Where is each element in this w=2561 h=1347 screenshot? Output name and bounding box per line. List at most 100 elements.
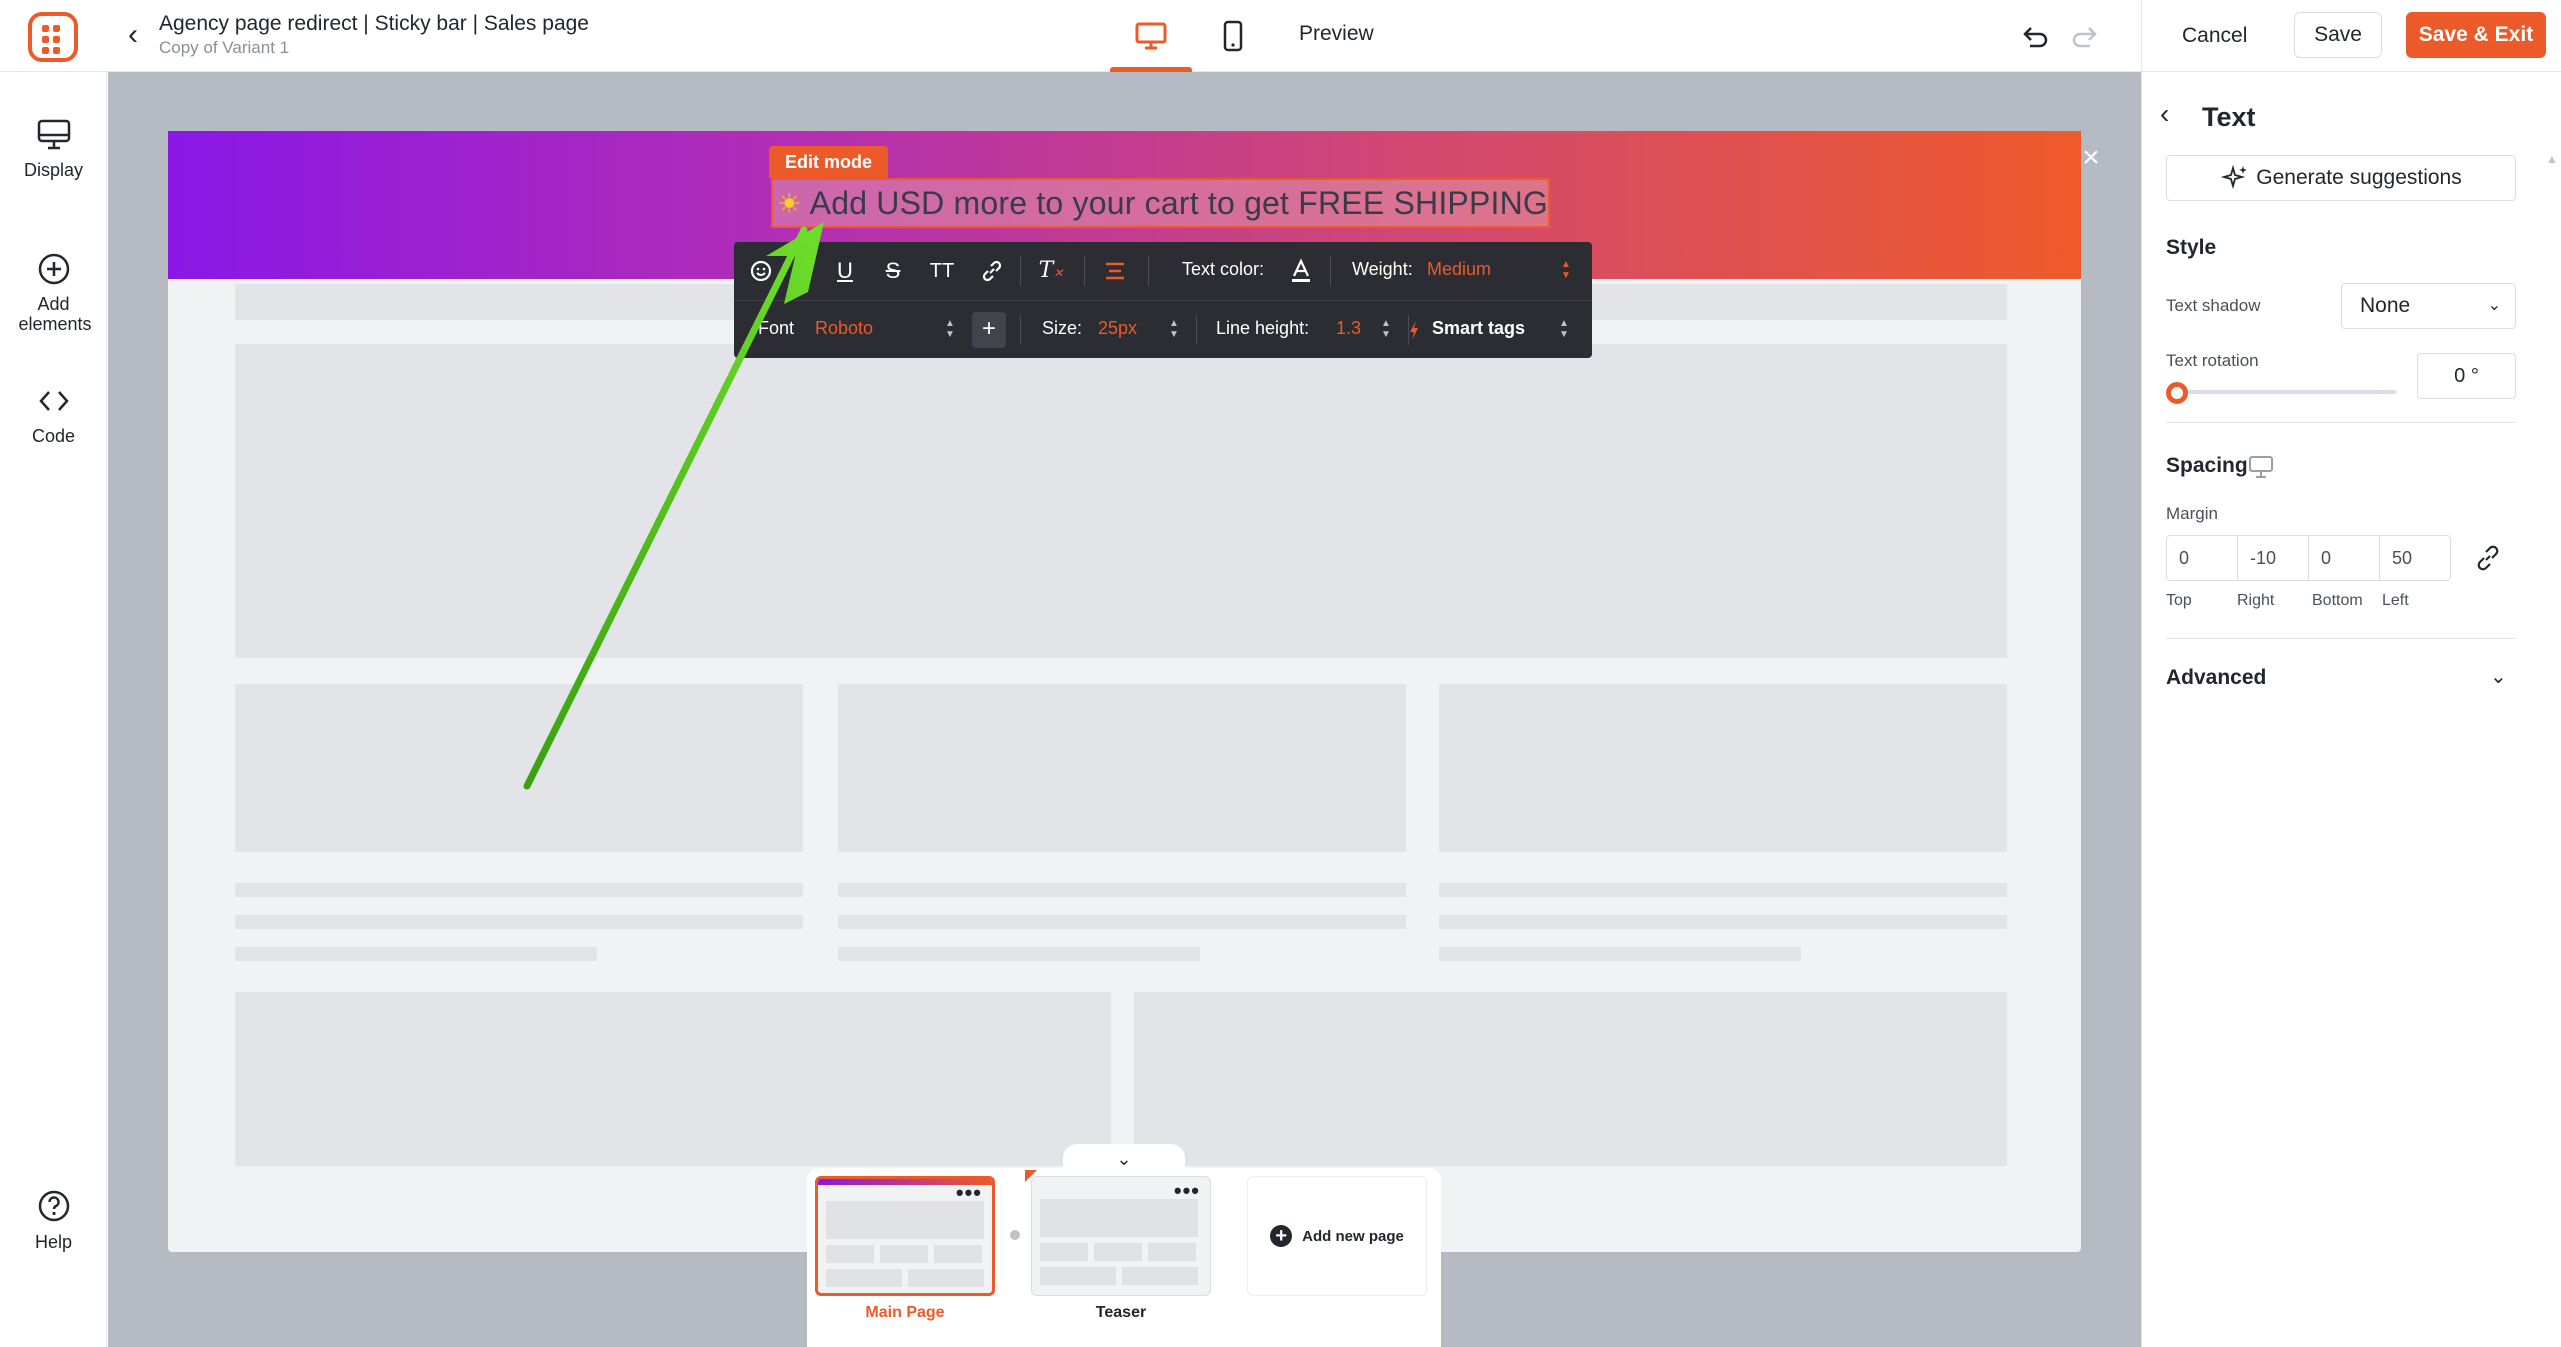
margin-left-label: Left xyxy=(2382,592,2409,609)
size-select[interactable]: 25px xyxy=(1098,318,1137,339)
sidebar-item-code[interactable]: Code xyxy=(0,384,107,446)
headline-text-element[interactable]: Add USD more to your cart to get FREE SH… xyxy=(771,178,1550,228)
placeholder-line xyxy=(838,883,1406,897)
placeholder-block xyxy=(838,684,1406,852)
desktop-view-button[interactable] xyxy=(1110,0,1192,72)
text-shadow-label: Text shadow xyxy=(2166,296,2261,315)
more-menu-icon[interactable]: ••• xyxy=(956,1182,982,1204)
help-icon xyxy=(38,1190,69,1222)
emoji-icon[interactable] xyxy=(746,256,776,286)
margin-top-input[interactable]: 0 xyxy=(2166,535,2238,581)
monitor-icon[interactable] xyxy=(2248,455,2274,479)
add-new-page-button[interactable]: + Add new page xyxy=(1247,1176,1427,1296)
cancel-button[interactable]: Cancel xyxy=(2168,14,2261,58)
sidebar-item-display[interactable]: Display xyxy=(0,118,107,180)
toolbar-separator xyxy=(1196,315,1197,345)
weight-spinner-icon[interactable]: ▲ ▼ xyxy=(1560,259,1572,283)
toolbar-separator xyxy=(1020,315,1021,345)
margin-right-label: Right xyxy=(2237,592,2275,609)
line-height-spinner-icon[interactable]: ▲ ▼ xyxy=(1380,318,1392,342)
margin-top-label: Top xyxy=(2166,592,2192,609)
section-divider xyxy=(2166,422,2516,423)
back-arrow-icon[interactable]: ‹ xyxy=(2160,100,2169,128)
underline-icon[interactable]: U xyxy=(830,256,860,286)
chevron-down-icon: ⌄ xyxy=(2487,297,2501,314)
margin-label: Margin xyxy=(2166,504,2218,523)
size-spinner-icon[interactable]: ▲ ▼ xyxy=(1168,318,1180,342)
scroll-up-icon[interactable]: ▲ xyxy=(2546,152,2558,166)
properties-panel: ‹ Text ▲ Generate suggestions Style Text… xyxy=(2141,72,2561,1347)
teaser-corner-icon xyxy=(1025,1170,1037,1182)
page-label-teaser[interactable]: Teaser xyxy=(1031,1304,1211,1322)
redo-icon[interactable] xyxy=(2068,20,2102,54)
text-rotation-slider[interactable] xyxy=(2176,390,2396,394)
text-color-icon[interactable] xyxy=(1288,256,1314,286)
back-arrow-icon[interactable]: ‹ xyxy=(118,18,148,52)
size-label: Size: xyxy=(1042,318,1083,338)
add-new-page-label: Add new page xyxy=(1302,1227,1404,1245)
placeholder-line xyxy=(1439,915,2007,929)
placeholder-line xyxy=(838,947,1200,961)
link-icon[interactable] xyxy=(2472,542,2504,574)
text-rotation-slider-handle[interactable] xyxy=(2166,382,2188,404)
edit-mode-tag: Edit mode xyxy=(769,146,888,178)
weight-select[interactable]: Medium xyxy=(1427,259,1491,280)
text-transform-icon[interactable]: TT xyxy=(924,256,960,286)
page-label-main[interactable]: Main Page xyxy=(815,1304,995,1322)
margin-left-input[interactable]: 50 xyxy=(2379,535,2451,581)
line-height-select[interactable]: 1.3 xyxy=(1336,318,1361,339)
sidebar-item-label: Add elements xyxy=(18,294,92,334)
help-button[interactable]: Help xyxy=(0,1168,107,1253)
editor-canvas: × Edit mode Add USD more to your cart to… xyxy=(108,72,2141,1347)
app-logo-icon[interactable] xyxy=(28,12,78,62)
save-button[interactable]: Save xyxy=(2294,12,2382,58)
mobile-view-button[interactable] xyxy=(1192,0,1274,72)
placeholder-block xyxy=(235,684,803,852)
toolbar-separator xyxy=(1148,256,1149,286)
mobile-icon xyxy=(1223,20,1243,52)
placeholder-block xyxy=(1134,992,2007,1166)
strikethrough-icon[interactable]: S xyxy=(878,256,908,286)
clear-format-icon[interactable]: T✕ xyxy=(1034,256,1068,286)
close-icon[interactable]: × xyxy=(2076,143,2106,173)
monitor-icon xyxy=(37,119,70,150)
margin-right-input[interactable]: -10 xyxy=(2237,535,2309,581)
code-icon xyxy=(38,391,69,411)
sun-emoji-icon xyxy=(779,192,800,214)
spacing-heading: Spacing xyxy=(2166,454,2248,477)
advanced-heading[interactable]: Advanced xyxy=(2166,666,2266,690)
sidebar-item-label: Display xyxy=(23,160,84,180)
font-spinner-icon[interactable]: ▲ ▼ xyxy=(944,318,956,342)
margin-bottom-input[interactable]: 0 xyxy=(2308,535,2380,581)
undo-icon[interactable] xyxy=(2018,20,2052,54)
section-divider xyxy=(2166,638,2516,639)
text-shadow-value: None xyxy=(2360,294,2411,317)
preview-button[interactable]: Preview xyxy=(1299,22,1374,46)
sparkle-icon xyxy=(2220,164,2248,190)
page-separator-dot xyxy=(1010,1230,1020,1240)
toolbar-separator xyxy=(1020,256,1021,286)
campaign-subtitle: Copy of Variant 1 xyxy=(159,38,290,57)
page-thumbnail-main[interactable]: ••• xyxy=(815,1176,995,1296)
smart-tags-spinner-icon[interactable]: ▲ ▼ xyxy=(1558,318,1570,342)
italic-icon[interactable]: I xyxy=(782,256,812,286)
sidebar-item-add-elements[interactable]: Add elements xyxy=(0,252,107,334)
align-center-icon[interactable] xyxy=(1098,256,1132,286)
page-thumbnail-teaser[interactable]: ••• xyxy=(1031,1176,1211,1296)
more-menu-icon[interactable]: ••• xyxy=(1174,1180,1200,1202)
generate-suggestions-button[interactable]: Generate suggestions xyxy=(2166,155,2516,201)
placeholder-line xyxy=(235,947,597,961)
text-shadow-select[interactable]: None ⌄ xyxy=(2341,283,2516,329)
add-font-button[interactable]: + xyxy=(972,312,1006,348)
font-label: Font: xyxy=(752,318,794,338)
text-rotation-label: Text rotation xyxy=(2166,351,2259,370)
headline-text[interactable]: Add USD more to your cart to get FREE SH… xyxy=(810,185,1548,222)
link-icon[interactable] xyxy=(977,256,1007,286)
save-and-exit-button[interactable]: Save & Exit xyxy=(2406,12,2546,58)
smart-tags-button[interactable]: Smart tags xyxy=(1432,318,1525,339)
chevron-down-icon[interactable]: ⌄ xyxy=(2490,664,2507,689)
text-rotation-input[interactable]: 0 ° xyxy=(2417,353,2516,399)
sidebar-item-label: Code xyxy=(31,426,76,446)
lightning-icon xyxy=(1410,321,1418,340)
font-select[interactable]: Roboto xyxy=(815,318,873,339)
